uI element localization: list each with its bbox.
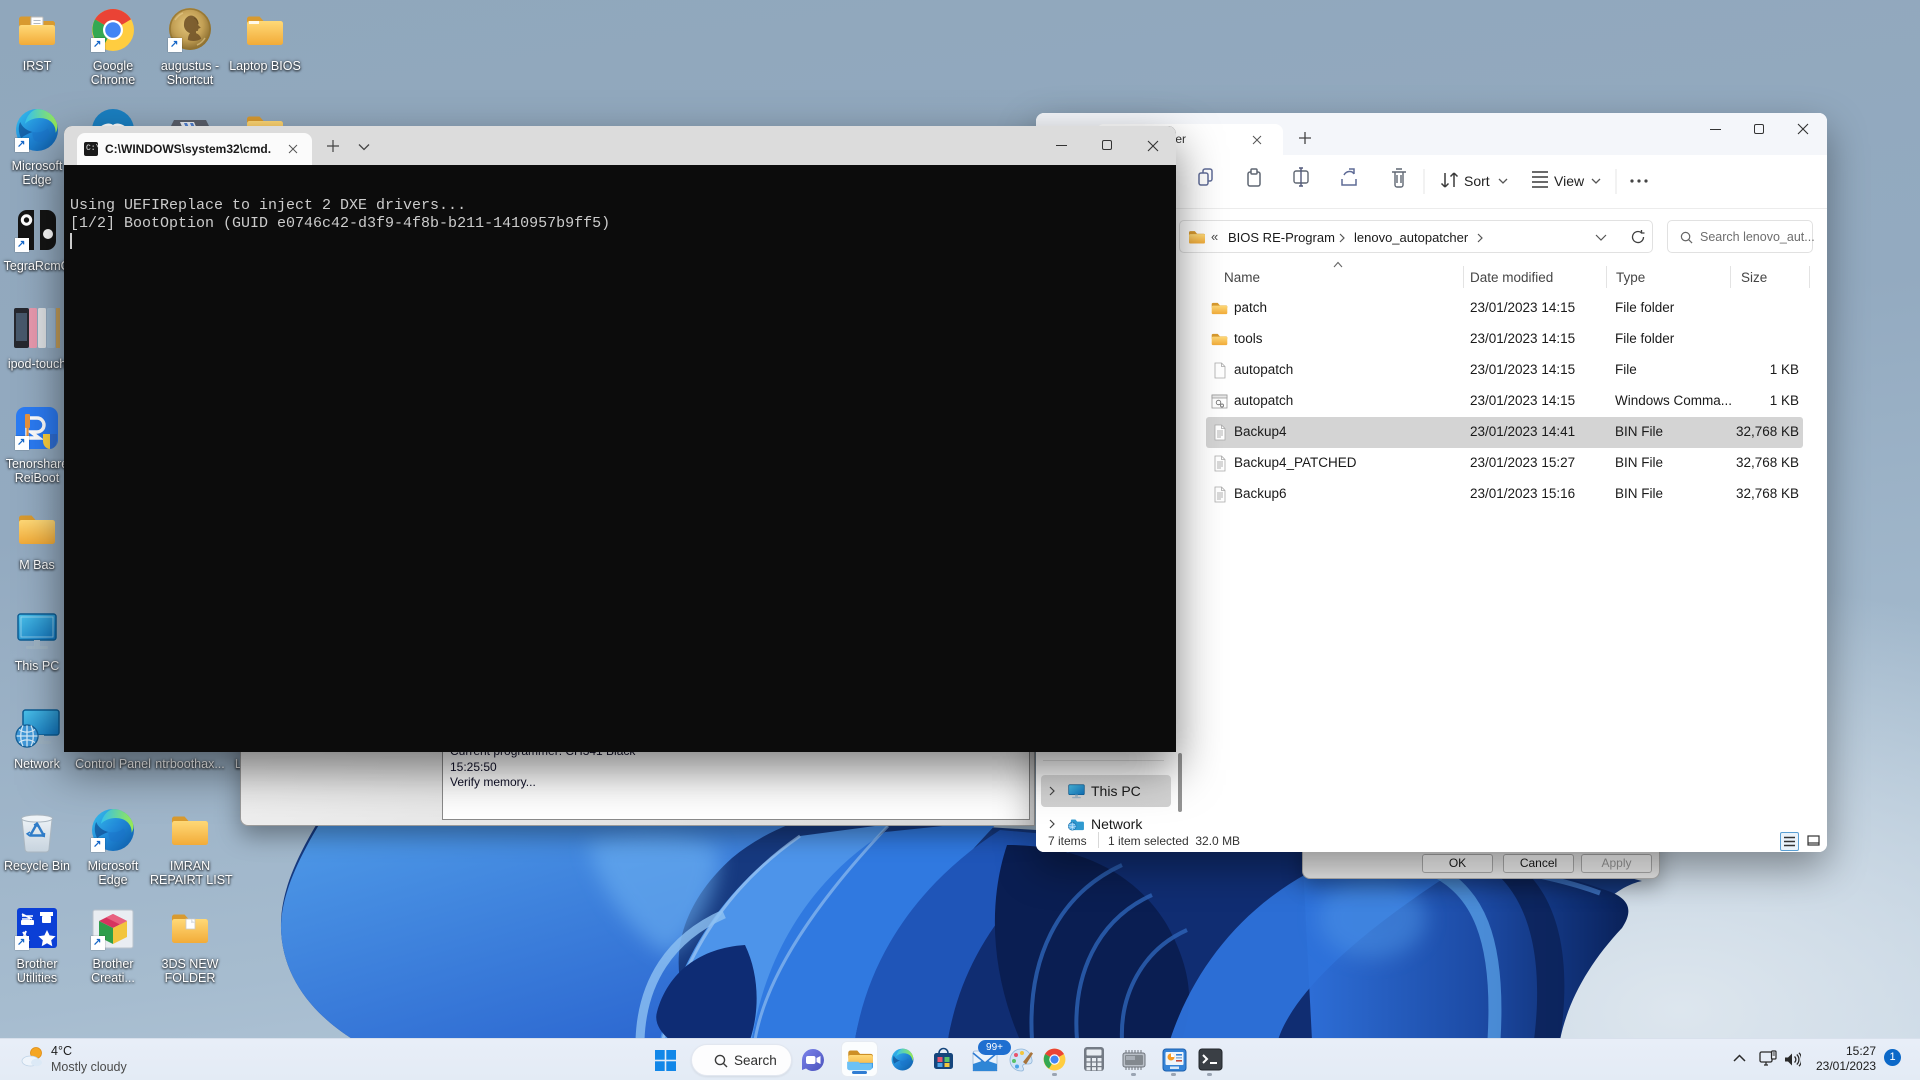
- svg-text:View: View: [1554, 173, 1585, 189]
- svg-text:Sort: Sort: [1464, 173, 1490, 189]
